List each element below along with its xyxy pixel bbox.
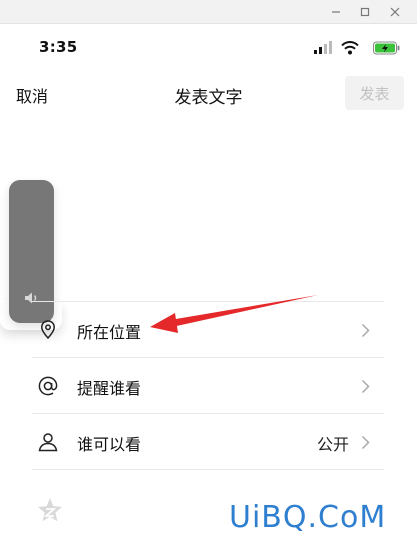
person-icon (36, 430, 60, 454)
option-location[interactable]: 所在位置 (32, 302, 384, 358)
close-icon[interactable] (388, 5, 402, 19)
sparkle-icon[interactable] (36, 496, 64, 526)
at-sign-icon (36, 374, 60, 398)
battery-charging-icon (373, 40, 401, 59)
option-value: 公开 (316, 435, 349, 454)
window-titlebar (0, 0, 417, 24)
option-label: 谁可以看 (77, 435, 142, 454)
wifi-icon (341, 40, 359, 59)
chevron-right-icon (361, 379, 370, 394)
chevron-right-icon (361, 435, 370, 450)
nav-bar: 取消 发表文字 发表 (0, 72, 417, 116)
location-pin-icon (36, 318, 60, 342)
maximize-icon[interactable] (358, 5, 372, 19)
option-label: 提醒谁看 (77, 379, 142, 398)
minimize-icon[interactable] (329, 5, 343, 19)
option-label: 所在位置 (77, 323, 142, 342)
watermark-logo: UiBQ.CoM (227, 500, 389, 535)
status-time: 3:35 (39, 38, 78, 56)
chevron-right-icon (361, 323, 370, 338)
status-bar: 3:35 (0, 24, 417, 72)
option-visibility[interactable]: 谁可以看 公开 (32, 414, 384, 470)
option-remind[interactable]: 提醒谁看 (32, 358, 384, 414)
publish-button[interactable]: 发表 (345, 76, 404, 110)
cellular-signal-icon (314, 40, 332, 59)
